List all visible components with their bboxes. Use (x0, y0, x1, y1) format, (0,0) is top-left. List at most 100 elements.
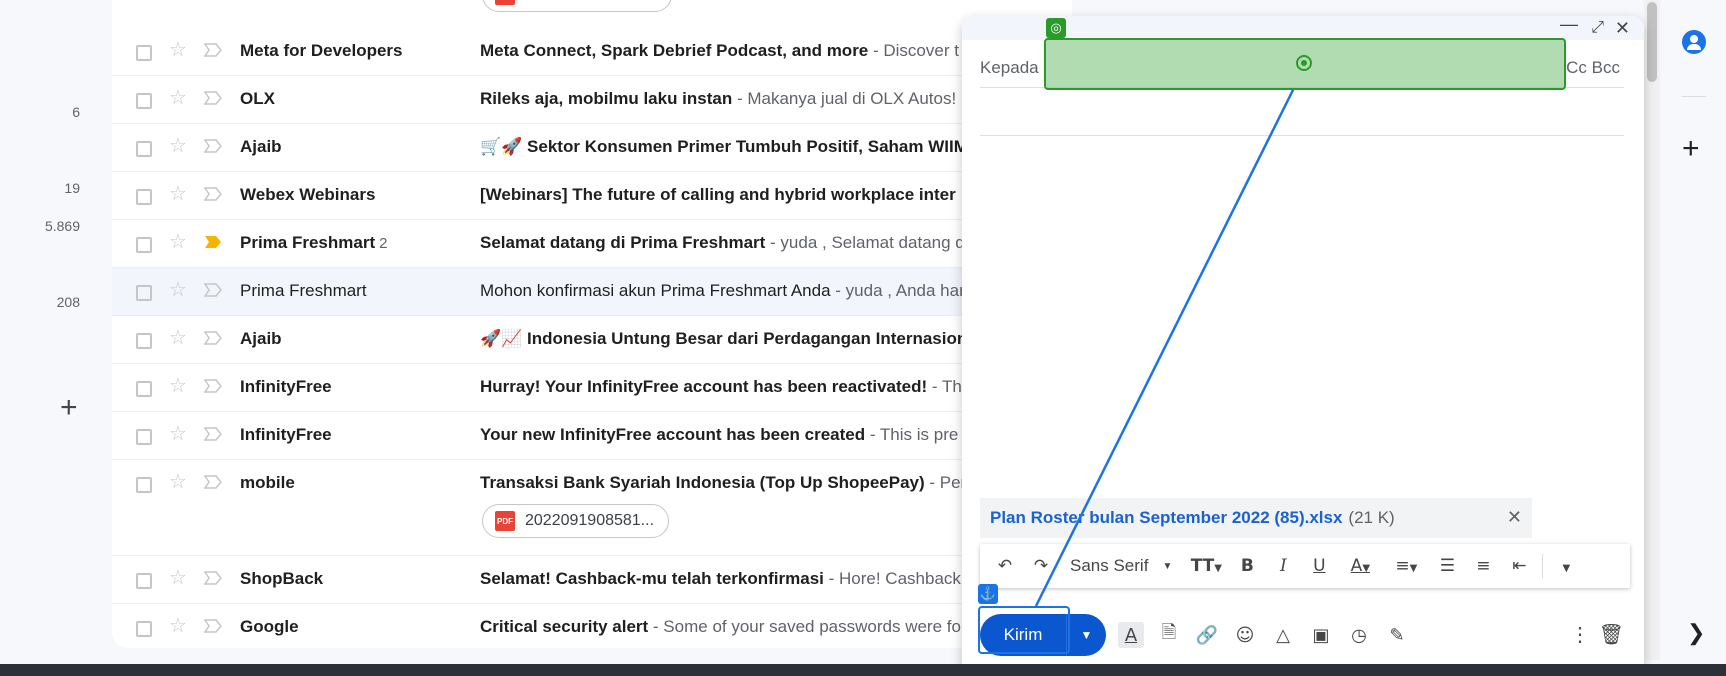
important-marker-icon[interactable] (203, 283, 222, 297)
email-preview: - Discover t (868, 41, 959, 60)
email-subject-line: Transaksi Bank Syariah Indonesia (Top Up… (480, 473, 966, 493)
email-subject-line: Critical security alert - Some of your s… (480, 617, 961, 637)
get-addons-icon[interactable]: + (1682, 134, 1700, 164)
font-select[interactable]: Sans Serif ▼ (1062, 556, 1180, 576)
important-marker-icon[interactable] (203, 91, 222, 105)
discard-draft-icon[interactable]: 🗑 (1599, 622, 1624, 646)
important-marker-icon[interactable] (203, 43, 222, 57)
important-marker-icon[interactable] (204, 235, 222, 249)
email-row[interactable]: ☆ Meta for Developers Meta Connect, Spark … (112, 28, 1072, 76)
subject-field[interactable] (980, 88, 1624, 136)
email-preview: - Th (927, 377, 962, 396)
compose-scrollbar[interactable] (1644, 0, 1660, 660)
contacts-icon[interactable] (1682, 30, 1706, 54)
select-checkbox[interactable] (136, 237, 152, 253)
scrollbar-thumb[interactable] (1647, 2, 1657, 82)
email-row[interactable]: ☆ Ajaib 🚀📈 Indonesia Untung Besar dari Per… (112, 316, 1072, 364)
confidential-mode-icon[interactable]: ◷ (1346, 622, 1372, 648)
email-row[interactable]: ☆ Ajaib 🛒🚀 Sektor Konsumen Primer Tumbuh P… (112, 124, 1072, 172)
star-icon[interactable]: ☆ (169, 471, 187, 493)
select-checkbox[interactable] (136, 621, 152, 637)
star-icon[interactable]: ☆ (169, 615, 187, 637)
text-size-icon[interactable]: TT▼ (1186, 556, 1226, 576)
underline-icon[interactable]: U (1304, 556, 1334, 576)
italic-icon[interactable]: I (1268, 556, 1298, 576)
emoji-icon[interactable]: ☺ (1232, 622, 1258, 648)
cc-bcc-link[interactable]: Cc Bcc (1566, 58, 1620, 78)
important-marker-icon[interactable] (203, 427, 222, 441)
to-label: Kepada (980, 58, 1039, 77)
attachment-item[interactable]: Plan Roster bulan September 2022 (85).xl… (980, 498, 1532, 538)
add-label-icon[interactable]: + (60, 393, 78, 423)
attach-file-icon[interactable]: 🗎 (1156, 622, 1182, 648)
drive-icon[interactable]: △ (1270, 622, 1296, 648)
star-icon[interactable]: ☆ (169, 567, 187, 589)
insert-link-icon[interactable]: 🔗 (1194, 622, 1220, 648)
email-subject: Critical security alert (480, 617, 649, 636)
select-checkbox[interactable] (136, 429, 152, 445)
important-marker-icon[interactable] (203, 619, 222, 633)
important-marker-icon[interactable] (203, 475, 222, 489)
expand-icon[interactable]: ⤢ (1591, 18, 1604, 38)
star-icon[interactable]: ☆ (169, 39, 187, 61)
select-checkbox[interactable] (136, 141, 152, 157)
star-icon[interactable]: ☆ (169, 231, 187, 253)
insert-photo-icon[interactable]: ▣ (1308, 622, 1334, 648)
important-marker-icon[interactable] (203, 187, 222, 201)
email-row[interactable]: ☆ InfinityFree Your new InfinityFree accou… (112, 412, 1072, 460)
redo-icon[interactable]: ↷ (1026, 556, 1056, 576)
email-subject-line: Meta Connect, Spark Debrief Podcast, and… (480, 41, 959, 61)
star-icon[interactable]: ☆ (169, 87, 187, 109)
select-checkbox[interactable] (136, 573, 152, 589)
schedule-send-icon[interactable]: ▼ (1066, 614, 1106, 656)
select-checkbox[interactable] (136, 333, 152, 349)
remove-attachment-icon[interactable]: ✕ (1507, 507, 1522, 528)
attachment-chip-top[interactable]: PDF (482, 0, 672, 12)
star-icon[interactable]: ☆ (169, 135, 187, 157)
align-icon[interactable]: ≡▼ (1386, 556, 1426, 576)
text-color-icon[interactable]: A▼ (1340, 556, 1380, 576)
numbered-list-icon[interactable]: ☰ (1432, 556, 1462, 576)
email-row[interactable]: ☆ InfinityFree Hurray! Your InfinityFree a… (112, 364, 1072, 412)
star-icon[interactable]: ☆ (169, 279, 187, 301)
important-marker-icon[interactable] (203, 331, 222, 345)
star-icon[interactable]: ☆ (169, 375, 187, 397)
undo-icon[interactable]: ↶ (990, 556, 1020, 576)
important-marker-icon[interactable] (203, 139, 222, 153)
select-checkbox[interactable] (136, 477, 152, 493)
bold-icon[interactable]: B (1232, 556, 1262, 576)
bulleted-list-icon[interactable]: ≡ (1468, 556, 1498, 576)
email-row[interactable]: ☆ ShopBack Selamat! Cashback-mu telah terk… (112, 556, 1072, 604)
attachment-name[interactable]: Plan Roster bulan September 2022 (85).xl… (990, 508, 1342, 528)
select-checkbox[interactable] (136, 45, 152, 61)
minimize-icon[interactable]: — (1560, 16, 1578, 34)
signature-icon[interactable]: ✎ (1384, 622, 1410, 648)
star-icon[interactable]: ☆ (169, 183, 187, 205)
email-row[interactable]: ☆ Prima Freshmart Mohon konfirmasi akun Pr… (112, 268, 1072, 316)
important-marker-icon[interactable] (203, 379, 222, 393)
select-checkbox[interactable] (136, 285, 152, 301)
star-icon[interactable]: ☆ (169, 423, 187, 445)
email-row[interactable]: ☆ OLX Rileks aja, mobilmu laku instan - Ma… (112, 76, 1072, 124)
more-options-icon[interactable]: ⋮ (1570, 622, 1590, 647)
important-marker-icon[interactable] (203, 571, 222, 585)
email-row[interactable]: ☆ Google Critical security alert - Some of… (112, 604, 1072, 648)
select-checkbox[interactable] (136, 381, 152, 397)
email-sender: Ajaib (240, 329, 282, 348)
formatting-options-icon[interactable]: A (1118, 622, 1144, 648)
email-row[interactable]: ☆ mobile Transaksi Bank Syariah Indonesia … (112, 460, 1072, 556)
email-subject: 🛒🚀 Sektor Konsumen Primer Tumbuh Positif… (480, 137, 968, 156)
select-checkbox[interactable] (136, 93, 152, 109)
chevron-right-icon[interactable]: ❯ (1687, 620, 1705, 646)
attachment-chip[interactable]: PDF 2022091908581... (482, 504, 670, 538)
nav-count: 19 (64, 180, 80, 196)
select-checkbox[interactable] (136, 189, 152, 205)
star-icon[interactable]: ☆ (169, 327, 187, 349)
indent-less-icon[interactable]: ⇤ (1504, 556, 1534, 576)
email-sender: InfinityFree (240, 425, 332, 444)
email-row[interactable]: ☆ Prima Freshmart 2 Selamat datang di Prima… (112, 220, 1072, 268)
email-sender: Prima Freshmart (240, 281, 367, 300)
email-row[interactable]: ☆ Webex Webinars [Webinars] The future of … (112, 172, 1072, 220)
close-icon[interactable]: ✕ (1615, 18, 1630, 38)
more-formatting-icon[interactable]: ▼ (1551, 556, 1581, 576)
